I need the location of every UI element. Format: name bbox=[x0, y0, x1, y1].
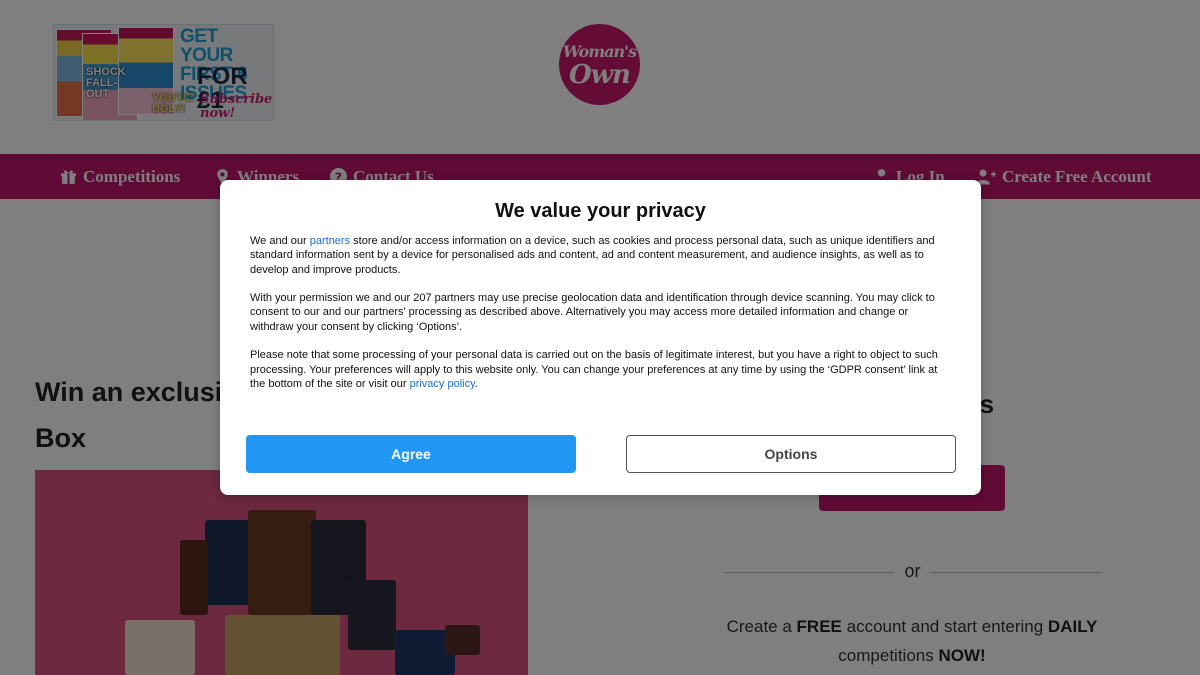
privacy-consent-dialog: We value your privacy We and our partner… bbox=[220, 180, 981, 495]
partners-link[interactable]: partners bbox=[310, 235, 350, 247]
consent-text: Please note that some processing of your… bbox=[250, 349, 938, 390]
consent-paragraph: With your permission we and our 207 part… bbox=[250, 292, 935, 333]
agree-button[interactable]: Agree bbox=[246, 435, 576, 473]
consent-text: We and our bbox=[250, 235, 310, 247]
options-button[interactable]: Options bbox=[626, 435, 956, 473]
consent-text: . bbox=[474, 377, 478, 390]
consent-paragraph: We and our partners store and/or access … bbox=[250, 234, 952, 277]
dialog-title: We value your privacy bbox=[495, 200, 706, 222]
consent-text: store and/or access information on a dev… bbox=[250, 235, 935, 276]
dialog-body: We and our partners store and/or access … bbox=[250, 234, 952, 406]
consent-paragraph: Please note that some processing of your… bbox=[250, 348, 952, 391]
privacy-policy-link[interactable]: privacy policy bbox=[410, 378, 475, 390]
